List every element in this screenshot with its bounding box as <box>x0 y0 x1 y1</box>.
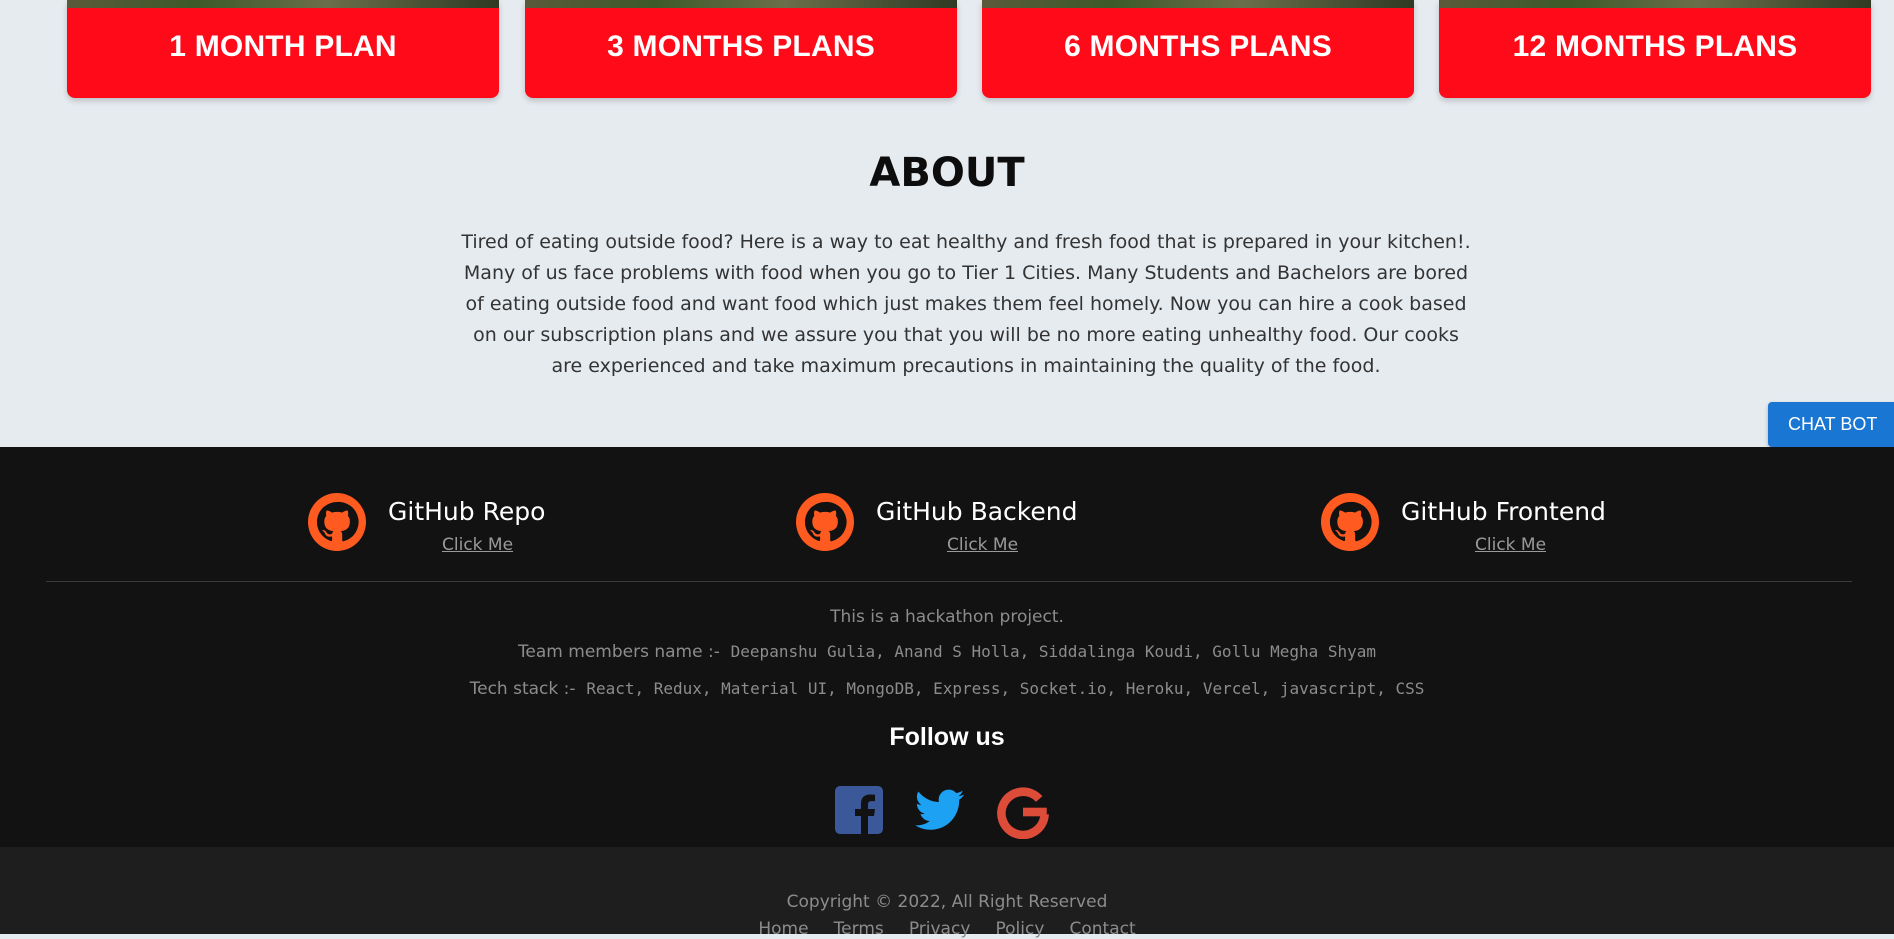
plan-image <box>525 0 957 8</box>
github-repo-title: GitHub Repo <box>388 497 546 526</box>
plan-title: 3 MONTHS PLANS <box>607 30 875 63</box>
plan-title: 12 MONTHS PLANS <box>1512 30 1798 63</box>
github-repo-link[interactable]: GitHub Repo Click Me <box>308 489 568 569</box>
tech-label: Tech stack :- <box>469 679 576 699</box>
github-frontend-link[interactable]: GitHub Frontend Click Me <box>1321 489 1621 569</box>
github-icon <box>796 493 854 551</box>
plan-card-3-months[interactable]: 3 MONTHS PLANS <box>525 0 957 98</box>
team-label: Team members name :- <box>517 642 720 662</box>
chat-bot-button[interactable]: CHAT BOT <box>1768 402 1894 447</box>
tech-stack: Tech stack :- React, Redux, Material UI,… <box>0 679 1894 699</box>
github-icon <box>308 493 366 551</box>
nav-privacy-link[interactable]: Privacy <box>909 919 971 939</box>
plan-image <box>67 0 499 8</box>
nav-contact-link[interactable]: Contact <box>1069 919 1135 939</box>
twitter-icon[interactable] <box>912 785 968 835</box>
nav-policy-link[interactable]: Policy <box>995 919 1044 939</box>
plan-title: 1 MONTH PLAN <box>169 30 397 63</box>
plan-card-1-month[interactable]: 1 MONTH PLAN <box>67 0 499 98</box>
team-members: Team members name :- Deepanshu Gulia, An… <box>0 642 1894 662</box>
hackathon-note: This is a hackathon project. <box>830 607 1064 627</box>
plan-image <box>982 0 1414 8</box>
plan-title: 6 MONTHS PLANS <box>1064 30 1332 63</box>
google-icon[interactable] <box>996 785 1050 839</box>
plan-cards: 1 MONTH PLAN 3 MONTHS PLANS 6 MONTHS PLA… <box>0 0 1894 100</box>
plan-card-12-months[interactable]: 12 MONTHS PLANS <box>1439 0 1871 98</box>
bottom-nav: Home Terms Privacy Policy Contact <box>0 919 1894 939</box>
bottom-bar: Copyright © 2022, All Right Reserved Hom… <box>0 847 1894 939</box>
nav-terms-link[interactable]: Terms <box>834 919 884 939</box>
team-names: Deepanshu Gulia, Anand S Holla, Siddalin… <box>730 642 1377 661</box>
github-icon <box>1321 493 1379 551</box>
github-backend-title: GitHub Backend <box>876 497 1078 526</box>
tech-list: React, Redux, Material UI, MongoDB, Expr… <box>586 679 1425 698</box>
github-backend-link[interactable]: GitHub Backend Click Me <box>796 489 1086 569</box>
github-backend-click-me[interactable]: Click Me <box>947 535 1018 555</box>
plan-card-6-months[interactable]: 6 MONTHS PLANS <box>982 0 1414 98</box>
follow-us-heading: Follow us <box>889 723 1005 751</box>
copyright: Copyright © 2022, All Right Reserved <box>786 892 1108 912</box>
nav-home-link[interactable]: Home <box>758 919 808 939</box>
github-frontend-title: GitHub Frontend <box>1401 497 1606 526</box>
footer: GitHub Repo Click Me GitHub Backend Clic… <box>0 447 1894 847</box>
footer-divider <box>46 581 1852 582</box>
about-text: Tired of eating outside food? Here is a … <box>461 231 1471 377</box>
github-repo-click-me[interactable]: Click Me <box>442 535 513 555</box>
facebook-icon[interactable] <box>834 785 884 835</box>
about-title: ABOUT <box>869 150 1025 196</box>
github-frontend-click-me[interactable]: Click Me <box>1475 535 1546 555</box>
plan-image <box>1439 0 1871 8</box>
